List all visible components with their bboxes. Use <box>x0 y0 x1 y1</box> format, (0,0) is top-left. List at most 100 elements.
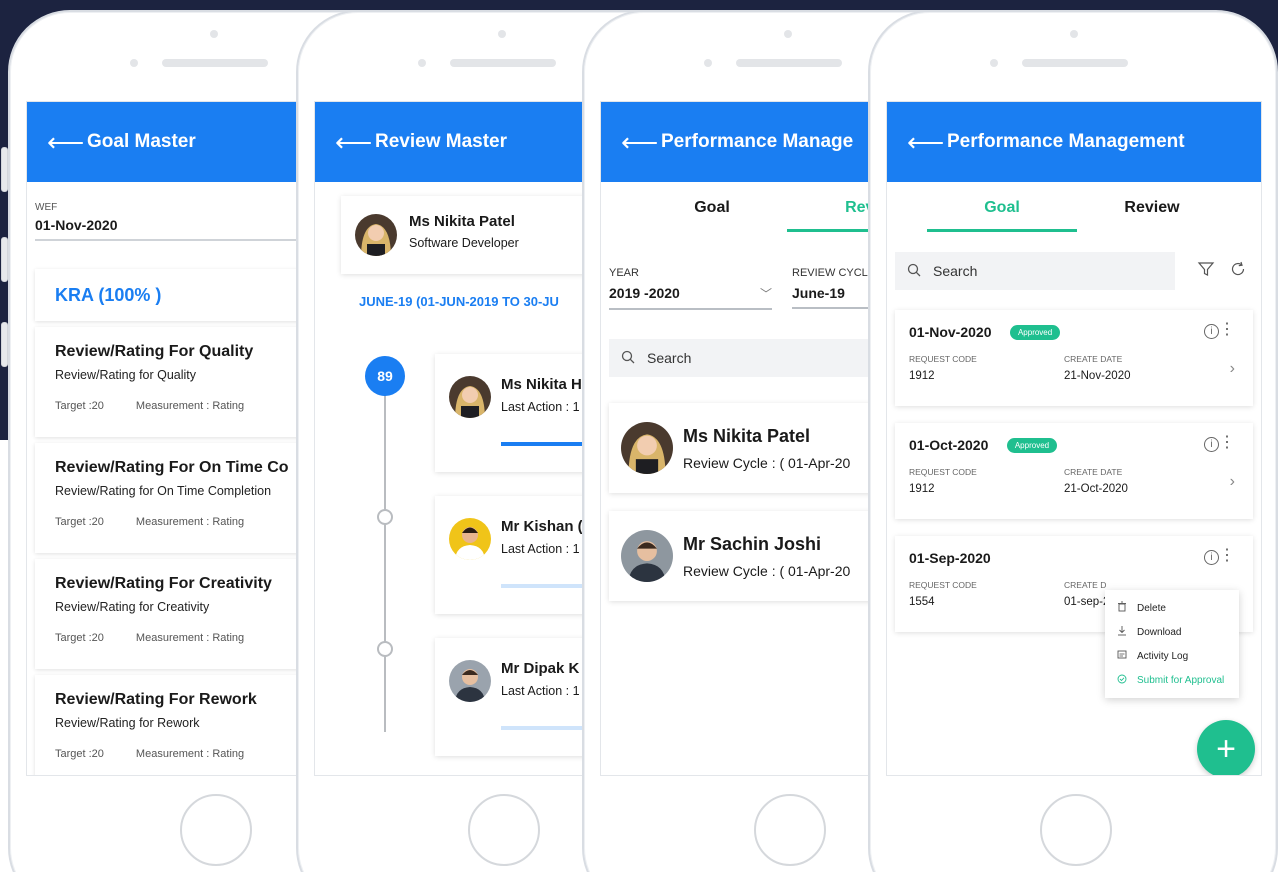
page-title: Review Master <box>375 131 508 152</box>
search-input[interactable]: Search <box>895 252 1175 290</box>
menu-item-download[interactable]: Download <box>1105 620 1239 644</box>
phone-sensor <box>418 59 426 67</box>
phone-camera <box>210 30 218 38</box>
kra-card-target: Target :20 <box>55 748 104 760</box>
tab-bar: Goal Review <box>887 182 1261 232</box>
request-date: 01-Sep-2020 <box>909 550 991 566</box>
kra-card-target: Target :20 <box>55 632 104 644</box>
tab-review[interactable]: Review <box>1077 182 1227 232</box>
search-placeholder: Search <box>933 263 978 279</box>
request-code: 1912 <box>909 483 935 495</box>
search-icon <box>907 263 923 280</box>
menu-item-label: Submit for Approval <box>1137 674 1225 686</box>
employee-name: Ms Nikita Patel <box>683 425 811 446</box>
request-date: 01-Oct-2020 <box>909 437 989 453</box>
trash-icon <box>1117 601 1133 615</box>
phone-camera <box>784 30 792 38</box>
menu-item-label: Activity Log <box>1137 650 1189 662</box>
request-code: 1912 <box>909 370 935 382</box>
kra-card-measurement: Measurement : Rating <box>135 748 245 760</box>
create-date: 21-Oct-2020 <box>1064 483 1128 495</box>
create-date: 21-Nov-2020 <box>1064 370 1131 382</box>
add-button[interactable]: + <box>1197 720 1255 775</box>
phone-speaker <box>162 59 268 67</box>
filter-icon[interactable] <box>1197 260 1215 283</box>
avatar <box>621 422 673 474</box>
kra-card-target: Target :20 <box>55 400 104 412</box>
employee-review-cycle: Review Cycle : ( 01-Apr-20 <box>683 454 851 471</box>
request-code-label: REQUEST CODE <box>909 467 977 477</box>
phone-home-button <box>468 794 540 866</box>
info-icon[interactable]: i <box>1204 550 1219 565</box>
menu-item-submit[interactable]: Submit for Approval <box>1105 668 1239 692</box>
review-card-last-action: Last Action : 1 <box>501 542 580 556</box>
log-icon <box>1117 649 1133 663</box>
phone-side-button <box>1 322 8 367</box>
back-arrow-icon[interactable]: ⟵ <box>621 129 661 155</box>
avatar <box>355 214 397 256</box>
phone-sensor <box>990 59 998 67</box>
phone-sensor <box>130 59 138 67</box>
review-card-last-action: Last Action : 1 <box>501 684 580 698</box>
tab-goal[interactable]: Goal <box>927 182 1077 232</box>
phone-home-button <box>754 794 826 866</box>
year-value: 2019 -2020 <box>609 285 680 301</box>
employee-review-cycle: Review Cycle : ( 01-Apr-20 <box>683 562 851 579</box>
phone-sensor <box>704 59 712 67</box>
chevron-down-icon: ﹀ <box>759 287 772 301</box>
request-card[interactable]: 01-Nov-2020 Approved i ⋮ REQUEST CODE 191… <box>895 310 1253 406</box>
kra-card-measurement: Measurement : Rating <box>135 516 245 528</box>
chevron-right-icon[interactable]: › <box>1230 473 1235 491</box>
request-card[interactable]: 01-Oct-2020 Approved i ⋮ REQUEST CODE 191… <box>895 423 1253 519</box>
back-arrow-icon[interactable]: ⟵ <box>47 129 87 155</box>
year-select[interactable]: YEAR 2019 -2020 ﹀ <box>609 267 772 310</box>
avatar <box>449 376 491 418</box>
more-vertical-icon[interactable]: ⋮ <box>1219 322 1235 338</box>
phone-side-button <box>1 147 8 192</box>
chevron-right-icon[interactable]: › <box>1230 360 1235 378</box>
tab-goal[interactable]: Goal <box>637 182 787 232</box>
more-vertical-icon[interactable]: ⋮ <box>1219 435 1235 451</box>
check-circle-icon <box>1117 674 1133 687</box>
info-icon[interactable]: i <box>1204 324 1219 339</box>
menu-item-label: Download <box>1137 626 1182 638</box>
request-code-label: REQUEST CODE <box>909 354 977 364</box>
menu-item-activity-log[interactable]: Activity Log <box>1105 644 1239 668</box>
back-arrow-icon[interactable]: ⟵ <box>335 129 375 155</box>
review-card-last-action: Last Action : 1 <box>501 400 580 414</box>
create-date-label: CREATE DATE <box>1064 354 1123 364</box>
refresh-icon[interactable] <box>1229 260 1247 283</box>
plus-icon: + <box>1216 729 1236 768</box>
info-icon[interactable]: i <box>1204 437 1219 452</box>
phone-camera <box>498 30 506 38</box>
phone-speaker <box>736 59 842 67</box>
timeline-line <box>384 384 386 732</box>
context-menu: Delete Download Activity Log Submit for … <box>1105 590 1239 698</box>
kra-card-measurement: Measurement : Rating <box>135 632 245 644</box>
menu-item-delete[interactable]: Delete <box>1105 596 1239 620</box>
screen-performance-goal: ⟵ Performance Management Goal Review Sea… <box>886 101 1262 776</box>
phone-home-button <box>1040 794 1112 866</box>
back-arrow-icon[interactable]: ⟵ <box>907 129 947 155</box>
more-vertical-icon[interactable]: ⋮ <box>1219 548 1235 564</box>
phone-camera <box>1070 30 1078 38</box>
employee-name: Mr Sachin Joshi <box>683 533 822 554</box>
wef-value: 01-Nov-2020 <box>35 217 297 241</box>
status-badge: Approved <box>1006 438 1058 453</box>
request-date: 01-Nov-2020 <box>909 324 992 340</box>
kra-card-measurement: Measurement : Rating <box>135 400 245 412</box>
create-date-label: CREATE D <box>1064 580 1107 590</box>
timeline-dot <box>377 641 393 657</box>
request-code: 1554 <box>909 596 935 608</box>
status-badge: Approved <box>1009 325 1061 340</box>
search-input[interactable]: Search <box>609 339 879 377</box>
phone-side-button <box>1 237 8 282</box>
create-date-label: CREATE DATE <box>1064 467 1123 477</box>
search-icon <box>621 350 637 367</box>
page-title: Performance Management <box>947 131 1185 152</box>
menu-item-label: Delete <box>1137 602 1166 614</box>
avatar <box>449 660 491 702</box>
avatar <box>449 518 491 560</box>
timeline-count-badge: 89 <box>365 356 405 396</box>
download-icon <box>1117 625 1133 639</box>
